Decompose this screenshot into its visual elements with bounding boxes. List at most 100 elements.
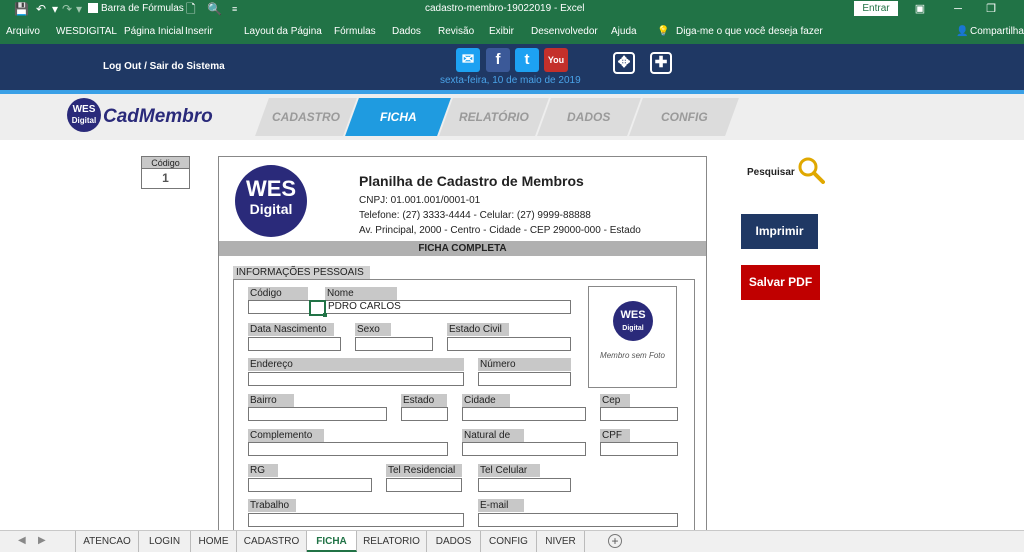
mail-icon[interactable]: ✉ <box>456 48 480 72</box>
tab-cadastro[interactable]: CADASTRO <box>255 98 357 136</box>
move-arrows-icon[interactable]: ✥ <box>613 52 635 74</box>
email-field[interactable] <box>478 513 678 527</box>
sheet-tab-config[interactable]: CONFIG <box>481 531 537 552</box>
sheet-tab-ficha[interactable]: FICHA <box>307 531 357 552</box>
tab-relatorio[interactable]: RELATÓRIO <box>439 98 549 136</box>
ribbon-tab-dados[interactable]: Dados <box>392 26 421 37</box>
minimize-icon[interactable]: ─ <box>950 1 966 17</box>
sheet-tab-atencao[interactable]: ATENCAO <box>75 531 139 552</box>
ribbon-tab-formulas[interactable]: Fórmulas <box>334 26 376 37</box>
nome-field[interactable]: PDRO CARLOS <box>325 300 571 314</box>
search-label: Pesquisar <box>747 167 795 178</box>
scroll-right-icon[interactable]: ▶ <box>38 535 46 546</box>
sheet-tab-niver[interactable]: NIVER <box>537 531 585 552</box>
cep-field[interactable] <box>600 407 678 421</box>
undo-dropdown-icon[interactable]: ▾ <box>52 2 58 16</box>
redo-dropdown-icon[interactable]: ▾ <box>76 2 82 16</box>
tab-cadastro-label: CADASTRO <box>272 110 340 124</box>
data-nascimento-label: Data Nascimento <box>248 323 334 336</box>
email-label: E-mail <box>478 499 524 512</box>
tab-ficha-label: FICHA <box>379 110 417 124</box>
sheet-address: Av. Principal, 2000 - Centro - Cidade - … <box>359 225 641 236</box>
save-pdf-button[interactable]: Salvar PDF <box>741 265 820 300</box>
ribbon-tab-ajuda[interactable]: Ajuda <box>611 26 637 37</box>
cpf-field[interactable] <box>600 442 678 456</box>
ribbon-tab-wesdigital[interactable]: WESDIGITAL <box>56 26 117 37</box>
ribbon-tabs: Arquivo WESDIGITAL Página Inicial Inseri… <box>0 19 1024 44</box>
sheet-logo-text: WES <box>245 176 297 201</box>
formula-bar-checkbox[interactable] <box>88 3 98 13</box>
customize-toolbar-icon[interactable]: ≡ <box>232 2 237 16</box>
magnifier-icon[interactable] <box>797 156 825 184</box>
add-sheet-icon[interactable]: + <box>608 534 622 548</box>
tel-celular-field[interactable] <box>478 478 571 492</box>
scroll-left-icon[interactable]: ◀ <box>18 535 26 546</box>
photo-logo-sub: Digital <box>622 325 644 332</box>
cidade-field[interactable] <box>462 407 586 421</box>
brand-logo: WES Digital <box>67 98 101 132</box>
twitter-icon[interactable]: t <box>515 48 539 72</box>
tel-residencial-label: Tel Residencial <box>386 464 462 477</box>
member-photo[interactable]: WES Digital Membro sem Foto <box>588 286 677 388</box>
logo-text: WES <box>72 104 96 115</box>
ribbon-tab-arquivo[interactable]: Arquivo <box>6 26 40 37</box>
youtube-icon[interactable]: You <box>544 48 568 72</box>
estado-field[interactable] <box>401 407 448 421</box>
ribbon-display-icon[interactable]: ▣ <box>912 1 928 17</box>
tab-config[interactable]: CONFIG <box>629 98 739 136</box>
tell-me-input[interactable]: Diga-me o que você deseja fazer <box>676 26 823 37</box>
tab-dados[interactable]: DADOS <box>537 98 641 136</box>
restore-icon[interactable]: ❐ <box>983 1 999 17</box>
sheet-tab-relatorio[interactable]: RELATORIO <box>357 531 427 552</box>
estado-civil-field[interactable] <box>447 337 571 351</box>
sheet-tab-cadastro[interactable]: CADASTRO <box>237 531 307 552</box>
plus-icon[interactable]: ✚ <box>650 52 672 74</box>
bairro-field[interactable] <box>248 407 387 421</box>
undo-icon[interactable]: ↶ <box>36 2 46 16</box>
ribbon-tab-inserir[interactable]: Inserir <box>185 26 213 37</box>
codigo-value[interactable]: 1 <box>142 169 189 188</box>
sheet-tab-login[interactable]: LOGIN <box>139 531 191 552</box>
person-icon: 👤 <box>956 26 969 37</box>
print-preview-icon[interactable]: 🔍 <box>207 2 222 16</box>
natural-de-field[interactable] <box>462 442 586 456</box>
tel-residencial-field[interactable] <box>386 478 462 492</box>
ribbon-tab-desenvolvedor[interactable]: Desenvolvedor <box>531 26 598 37</box>
ribbon-tab-pagina-inicial[interactable]: Página Inicial <box>124 26 183 37</box>
trabalho-label: Trabalho <box>248 499 296 512</box>
share-button[interactable]: Compartilhar <box>970 26 1024 37</box>
new-document-icon[interactable]: 🗋 <box>186 2 196 16</box>
photo-logo: WES Digital <box>613 301 653 341</box>
trabalho-field[interactable] <box>248 513 464 527</box>
fill-handle[interactable] <box>323 313 327 317</box>
facebook-icon[interactable]: f <box>486 48 510 72</box>
rg-field[interactable] <box>248 478 372 492</box>
photo-caption: Membro sem Foto <box>600 351 665 360</box>
nome-label: Nome <box>325 287 397 300</box>
ribbon-tab-exibir[interactable]: Exibir <box>489 26 514 37</box>
codigo-field-label: Código <box>248 287 308 300</box>
sexo-field[interactable] <box>355 337 433 351</box>
sheet-phones: Telefone: (27) 3333-4444 - Celular: (27)… <box>359 210 591 221</box>
data-nascimento-field[interactable] <box>248 337 341 351</box>
redo-icon[interactable]: ↷ <box>62 2 72 16</box>
complemento-field[interactable] <box>248 442 448 456</box>
signin-button[interactable]: Entrar <box>854 1 898 16</box>
sheet-tab-home[interactable]: HOME <box>191 531 237 552</box>
sheet-tab-dados[interactable]: DADOS <box>427 531 481 552</box>
section-title: FICHA COMPLETA <box>219 241 706 256</box>
codigo-box: Código 1 <box>141 156 190 189</box>
print-button[interactable]: Imprimir <box>741 214 818 249</box>
tab-relatorio-label: RELATÓRIO <box>459 110 529 124</box>
numero-field[interactable] <box>478 372 571 386</box>
endereco-field[interactable] <box>248 372 464 386</box>
codigo-field[interactable] <box>248 300 310 314</box>
formula-bar-label: Barra de Fórmulas <box>101 3 184 14</box>
ribbon-tab-layout[interactable]: Layout da Página <box>244 26 322 37</box>
tab-ficha[interactable]: FICHA <box>345 98 451 136</box>
endereco-label: Endereço <box>248 358 464 371</box>
tab-config-label: CONFIG <box>660 110 708 124</box>
logout-link[interactable]: Log Out / Sair do Sistema <box>103 61 225 72</box>
ribbon-tab-revisao[interactable]: Revisão <box>438 26 474 37</box>
save-icon[interactable]: 💾 <box>14 2 29 16</box>
